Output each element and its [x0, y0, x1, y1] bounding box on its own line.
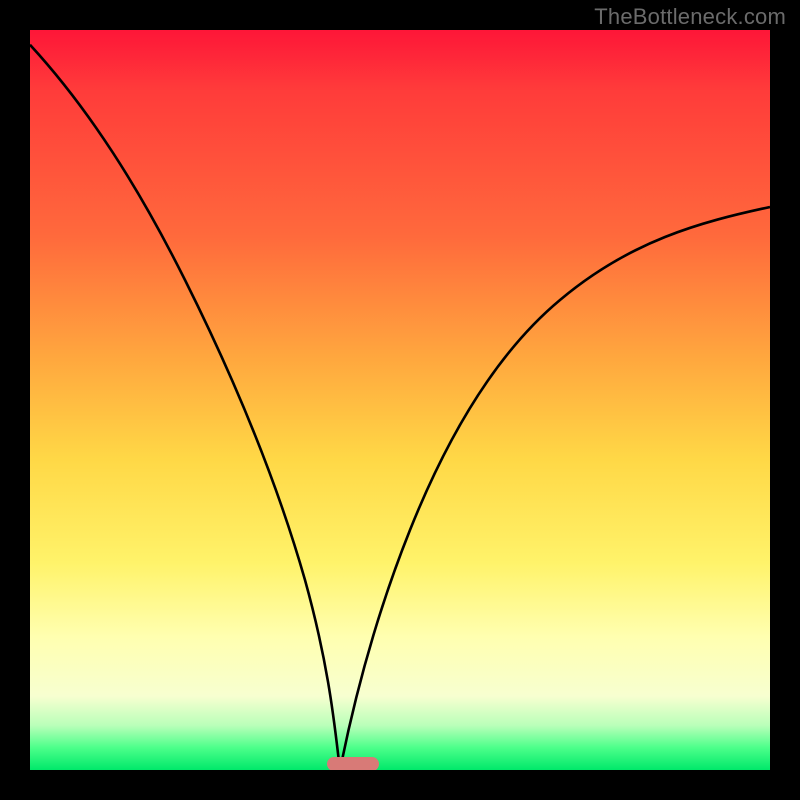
chart-frame: TheBottleneck.com — [0, 0, 800, 800]
plot-area — [30, 30, 770, 770]
watermark-text: TheBottleneck.com — [594, 4, 786, 30]
curve-right-branch — [340, 207, 770, 770]
optimal-range-marker — [327, 757, 379, 770]
curve-left-branch — [30, 45, 340, 770]
curve-layer — [30, 30, 770, 770]
